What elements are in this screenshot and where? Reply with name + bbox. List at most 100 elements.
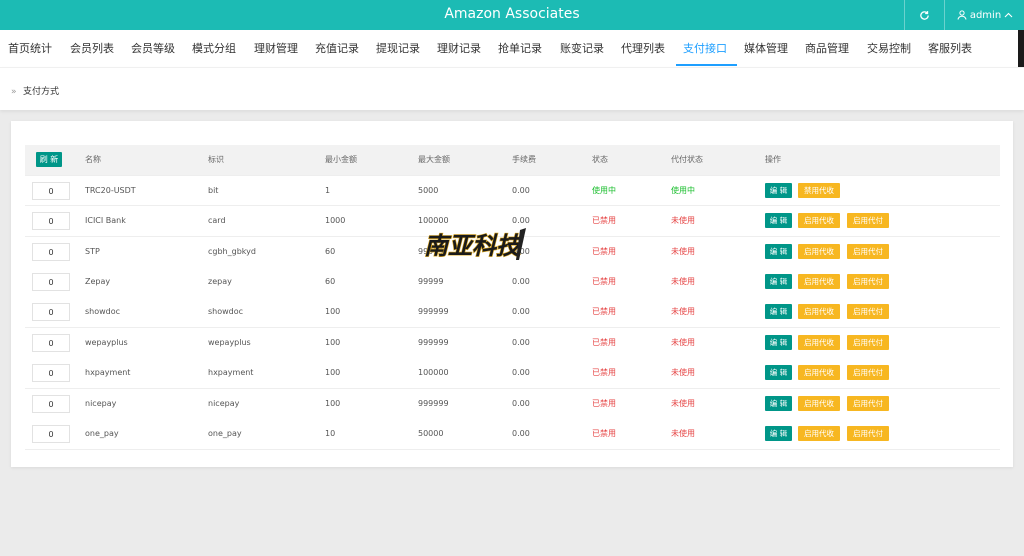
col-min-amount: 最小金额	[325, 155, 357, 164]
sort-order-input[interactable]	[32, 395, 70, 413]
cell-min: 60	[325, 277, 336, 286]
user-menu[interactable]: admin	[946, 0, 1024, 30]
edit-button[interactable]: 编 辑	[765, 396, 792, 411]
tab-recharge-records[interactable]: 充值记录	[315, 30, 359, 67]
enable-payout-button[interactable]: 启用代付	[847, 396, 889, 411]
status-badge: 使用中	[592, 186, 616, 195]
pay-status-badge: 未使用	[671, 429, 695, 438]
edit-button[interactable]: 编 辑	[765, 335, 792, 350]
enable-collection-button[interactable]: 启用代收	[798, 335, 840, 350]
cell-name: nicepay	[85, 399, 117, 408]
cell-code: bit	[208, 186, 219, 195]
sort-order-input[interactable]	[32, 273, 70, 291]
enable-payout-button[interactable]: 启用代付	[847, 274, 889, 289]
sort-order-input[interactable]	[32, 334, 70, 352]
cell-name: TRC20-USDT	[85, 186, 136, 195]
tab-member-list[interactable]: 会员列表	[70, 30, 114, 67]
cell-max: 999999	[418, 338, 449, 347]
enable-payout-button[interactable]: 启用代付	[847, 335, 889, 350]
nav-tabs: 首页统计 会员列表 会员等级 模式分组 理财管理 充值记录 提现记录 理财记录 …	[0, 30, 1024, 67]
tab-mode-groups[interactable]: 模式分组	[192, 30, 236, 67]
table-row: wepayplus wepayplus 100 999999 0.00 已禁用 …	[25, 328, 1000, 359]
sort-order-input[interactable]	[32, 212, 70, 230]
col-actions: 操作	[765, 155, 781, 164]
table-row: nicepay nicepay 100 999999 0.00 已禁用 未使用 …	[25, 389, 1000, 420]
sort-order-input[interactable]	[32, 303, 70, 321]
cell-code: wepayplus	[208, 338, 251, 347]
tab-member-levels[interactable]: 会员等级	[131, 30, 175, 67]
cell-name: one_pay	[85, 429, 119, 438]
cell-fee: 0.00	[512, 399, 530, 408]
cell-name: STP	[85, 247, 100, 256]
cell-name: wepayplus	[85, 338, 128, 347]
sort-order-input[interactable]	[32, 364, 70, 382]
edit-button[interactable]: 编 辑	[765, 426, 792, 441]
col-pay-status: 代付状态	[671, 155, 703, 164]
breadcrumb-bar: » 支付方式	[0, 67, 1024, 110]
active-tab-indicator	[676, 64, 737, 66]
sort-order-input[interactable]	[32, 425, 70, 443]
cell-min: 10	[325, 429, 336, 438]
cell-name: showdoc	[85, 307, 121, 316]
tab-service-list[interactable]: 客服列表	[928, 30, 972, 67]
edit-button[interactable]: 编 辑	[765, 183, 792, 198]
table-refresh-button[interactable]: 刷 新	[36, 152, 62, 167]
tab-grab-records[interactable]: 抢单记录	[498, 30, 542, 67]
pay-status-badge: 未使用	[671, 399, 695, 408]
cell-name: hxpayment	[85, 368, 131, 377]
user-name: admin	[969, 9, 1002, 21]
cell-min: 100	[325, 368, 341, 377]
tab-payment-api[interactable]: 支付接口	[683, 30, 727, 67]
edit-button[interactable]: 编 辑	[765, 365, 792, 380]
tab-trade-control[interactable]: 交易控制	[867, 30, 911, 67]
edit-button[interactable]: 编 辑	[765, 304, 792, 319]
col-name: 名称	[85, 155, 101, 164]
tab-agent-list[interactable]: 代理列表	[621, 30, 665, 67]
cell-fee: 0.00	[512, 368, 530, 377]
disable-collection-button[interactable]: 禁用代收	[798, 183, 840, 198]
enable-collection-button[interactable]: 启用代收	[798, 365, 840, 380]
cell-min: 100	[325, 338, 341, 347]
edit-button[interactable]: 编 辑	[765, 244, 792, 259]
enable-collection-button[interactable]: 启用代收	[798, 244, 840, 259]
user-icon	[957, 10, 967, 20]
tab-finance-manage[interactable]: 理财管理	[254, 30, 298, 67]
refresh-button[interactable]	[906, 0, 942, 30]
enable-collection-button[interactable]: 启用代收	[798, 396, 840, 411]
tab-withdraw-records[interactable]: 提现记录	[376, 30, 420, 67]
tab-finance-records[interactable]: 理财记录	[437, 30, 481, 67]
status-badge: 已禁用	[592, 307, 616, 316]
tab-media-manage[interactable]: 媒体管理	[744, 30, 788, 67]
cell-fee: 0.00	[512, 277, 530, 286]
breadcrumb-label: 支付方式	[23, 87, 60, 97]
tab-balance-records[interactable]: 账变记录	[560, 30, 604, 67]
edit-button[interactable]: 编 辑	[765, 274, 792, 289]
enable-payout-button[interactable]: 启用代付	[847, 365, 889, 380]
sort-order-input[interactable]	[32, 182, 70, 200]
table-row: TRC20-USDT bit 1 5000 0.00 使用中 使用中 编 辑 禁…	[25, 175, 1000, 206]
enable-payout-button[interactable]: 启用代付	[847, 244, 889, 259]
enable-collection-button[interactable]: 启用代收	[798, 274, 840, 289]
enable-collection-button[interactable]: 启用代收	[798, 426, 840, 441]
enable-collection-button[interactable]: 启用代收	[798, 213, 840, 228]
tab-home-stats[interactable]: 首页统计	[8, 30, 52, 67]
enable-collection-button[interactable]: 启用代收	[798, 304, 840, 319]
tab-goods-manage[interactable]: 商品管理	[805, 30, 849, 67]
col-max-amount: 最大金额	[418, 155, 450, 164]
cell-fee: 0.00	[512, 429, 530, 438]
app-title: Amazon Associates	[444, 6, 580, 22]
status-badge: 已禁用	[592, 338, 616, 347]
cell-code: one_pay	[208, 429, 242, 438]
enable-payout-button[interactable]: 启用代付	[847, 426, 889, 441]
status-badge: 已禁用	[592, 247, 616, 256]
cell-code: cgbh_gbkyd	[208, 247, 256, 256]
scrollbar[interactable]	[1018, 30, 1024, 67]
cell-fee: 0.00	[512, 338, 530, 347]
sort-order-input[interactable]	[32, 243, 70, 261]
enable-payout-button[interactable]: 启用代付	[847, 304, 889, 319]
status-badge: 已禁用	[592, 216, 616, 225]
enable-payout-button[interactable]: 启用代付	[847, 213, 889, 228]
edit-button[interactable]: 编 辑	[765, 213, 792, 228]
header-divider	[904, 0, 905, 30]
cell-max: 99999	[418, 277, 444, 286]
